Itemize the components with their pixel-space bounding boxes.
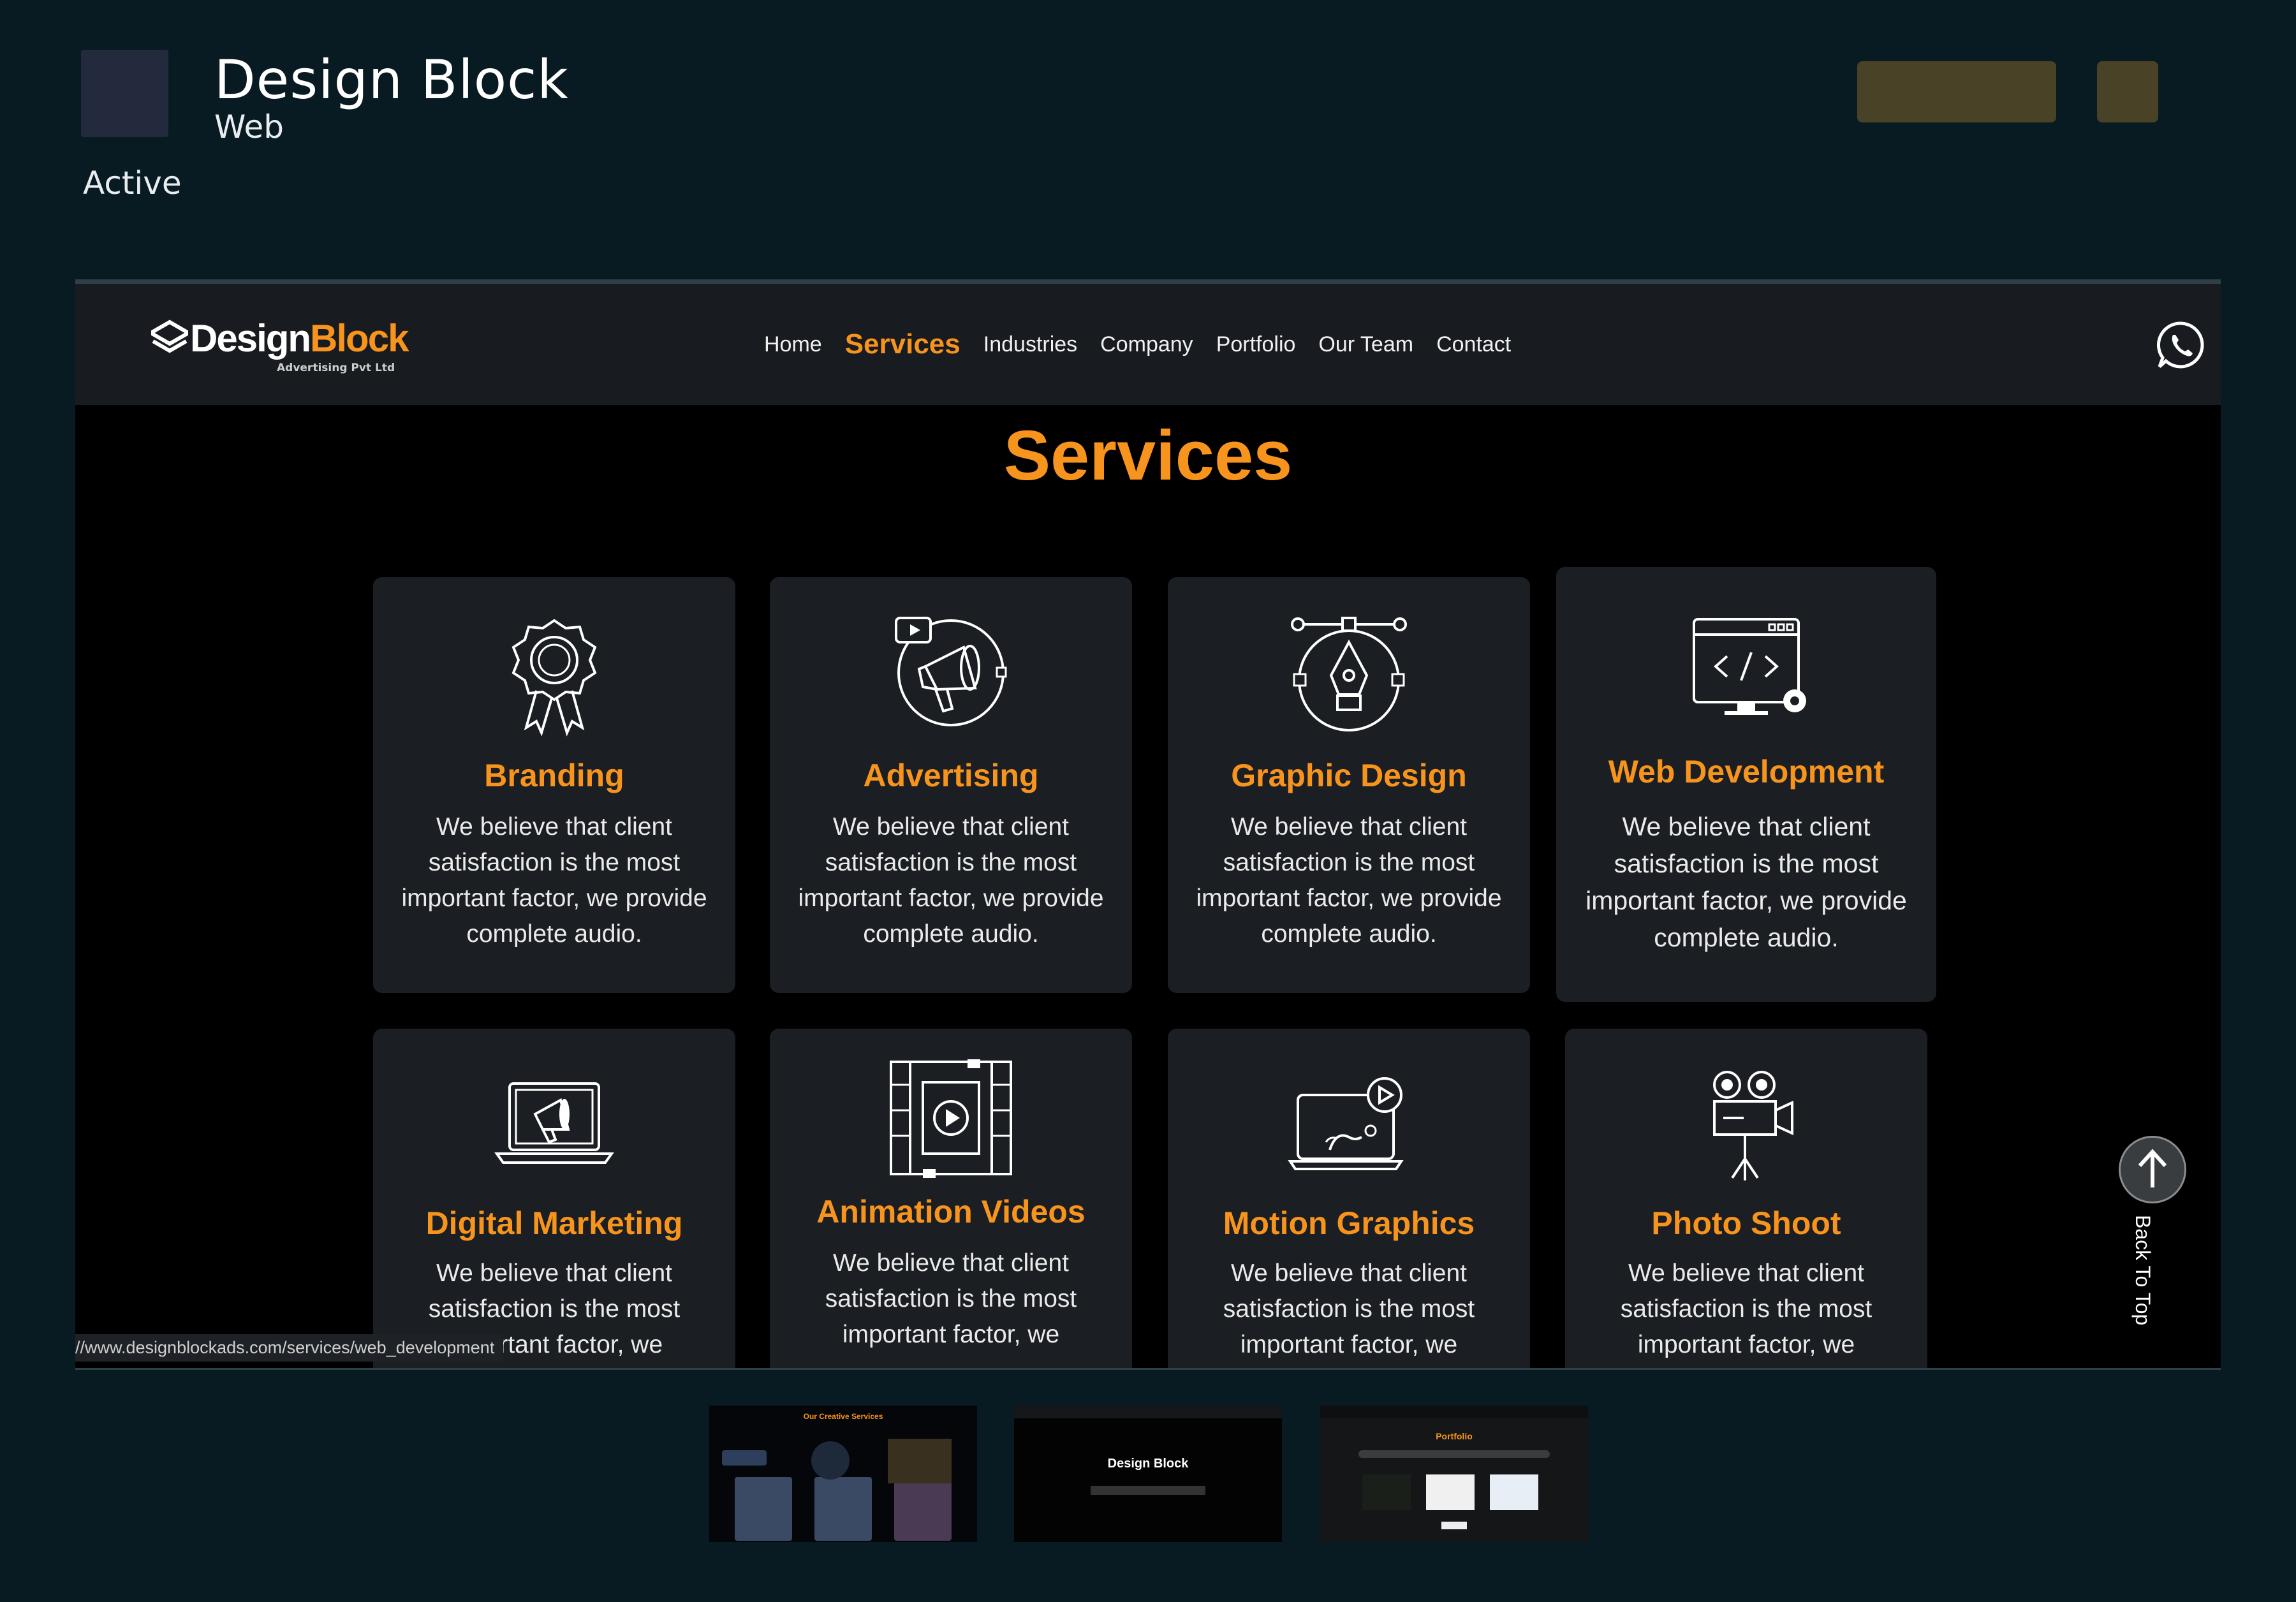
card-description: We believe that client satisfaction is t… bbox=[1620, 1260, 1873, 1358]
thumbnail-navbar bbox=[1014, 1406, 1282, 1418]
service-card-photo-shoot[interactable]: Photo Shoot We believe that client satis… bbox=[1565, 1029, 1927, 1368]
secondary-action-button[interactable] bbox=[2097, 61, 2158, 122]
film-play-icon bbox=[890, 1059, 1012, 1178]
card-title: Animation Videos bbox=[816, 1194, 1085, 1230]
arrow-up-icon bbox=[2138, 1149, 2167, 1187]
nav-contact[interactable]: Contact bbox=[1436, 332, 1511, 357]
logo-text-accent: Block bbox=[310, 317, 409, 360]
service-card-animation-videos[interactable]: Animation Videos We believe that client … bbox=[770, 1029, 1132, 1368]
section-title: Services bbox=[1003, 416, 1293, 495]
logo-mark-icon bbox=[151, 320, 188, 353]
nav-industries[interactable]: Industries bbox=[983, 332, 1077, 357]
card-description: We believe that client satisfaction is t… bbox=[798, 813, 1104, 948]
video-camera-icon bbox=[1713, 1071, 1793, 1180]
logo-text-main: Design bbox=[190, 317, 311, 360]
card-title: Branding bbox=[484, 758, 624, 793]
nav-our-team[interactable]: Our Team bbox=[1318, 332, 1413, 357]
thumbnail-2[interactable]: Design Block bbox=[1014, 1406, 1282, 1542]
card-title: Digital Marketing bbox=[425, 1205, 683, 1241]
thumbnail-image bbox=[1426, 1474, 1475, 1510]
pen-tool-icon bbox=[1291, 617, 1407, 731]
primary-action-button[interactable] bbox=[1857, 61, 2056, 122]
card-title: Advertising bbox=[863, 758, 1039, 793]
thumbnail-card bbox=[735, 1477, 792, 1541]
back-to-top-label[interactable]: Back To Top bbox=[2131, 1215, 2154, 1325]
motion-monitor-icon bbox=[1288, 1077, 1404, 1170]
website-preview: DesignBlock Advertising Pvt Ltd Home Ser… bbox=[75, 279, 2221, 1370]
nav-company[interactable]: Company bbox=[1100, 332, 1193, 357]
card-description: We believe that client satisfaction is t… bbox=[1586, 812, 1907, 952]
site-navbar: DesignBlock Advertising Pvt Ltd Home Ser… bbox=[75, 284, 2221, 405]
thumbnail-card bbox=[894, 1477, 952, 1541]
back-to-top-button[interactable] bbox=[2119, 1136, 2186, 1203]
site-logo[interactable]: DesignBlock Advertising Pvt Ltd bbox=[149, 317, 409, 374]
thumbnail-circle bbox=[811, 1441, 850, 1480]
screenshot-thumbnails: Our Creative Services Design Block Portf… bbox=[0, 1406, 2296, 1542]
card-title: Motion Graphics bbox=[1223, 1205, 1475, 1241]
laptop-megaphone-icon bbox=[494, 1082, 614, 1164]
code-monitor-icon bbox=[1693, 618, 1806, 715]
nav-home[interactable]: Home bbox=[764, 332, 822, 357]
thumbnail-1[interactable]: Our Creative Services bbox=[709, 1406, 977, 1542]
service-card-advertising[interactable]: Advertising We believe that client satis… bbox=[770, 577, 1132, 993]
site-menu: Home Services Industries Company Portfol… bbox=[764, 284, 1534, 405]
award-ribbon-icon bbox=[511, 619, 597, 737]
thumbnail-button bbox=[1441, 1522, 1467, 1529]
card-description: We believe that client satisfaction is t… bbox=[825, 1249, 1077, 1348]
project-type: Web bbox=[214, 108, 284, 145]
card-title: Web Development bbox=[1608, 754, 1885, 790]
thumbnail-panel bbox=[888, 1439, 952, 1483]
logo-tagline: Advertising Pvt Ltd bbox=[277, 362, 395, 374]
project-title: Design Block bbox=[214, 48, 569, 111]
card-description: We believe that client satisfaction is t… bbox=[1196, 813, 1502, 948]
service-card-branding[interactable]: Branding We believe that client satisfac… bbox=[373, 577, 735, 993]
thumbnail-caption: Portfolio bbox=[1436, 1431, 1473, 1441]
card-description: We believe that client satisfaction is t… bbox=[401, 813, 707, 948]
thumbnail-bar bbox=[722, 1450, 767, 1466]
thumbnail-image bbox=[1362, 1474, 1411, 1510]
project-avatar bbox=[81, 50, 168, 137]
thumbnail-navbar bbox=[1320, 1406, 1588, 1418]
card-title: Photo Shoot bbox=[1651, 1205, 1841, 1241]
card-title: Graphic Design bbox=[1231, 758, 1467, 793]
service-card-motion-graphics[interactable]: Motion Graphics We believe that client s… bbox=[1168, 1029, 1530, 1368]
thumbnail-filters bbox=[1358, 1450, 1550, 1458]
megaphone-icon bbox=[895, 617, 1007, 726]
service-card-graphic-design[interactable]: Graphic Design We believe that client sa… bbox=[1168, 577, 1530, 993]
thumbnail-image bbox=[1490, 1474, 1538, 1510]
whatsapp-icon[interactable] bbox=[2156, 320, 2207, 371]
status-bar-url: //www.designblockads.com/services/web_de… bbox=[75, 1334, 504, 1362]
nav-services[interactable]: Services bbox=[845, 328, 960, 360]
thumbnail-caption: Our Creative Services bbox=[803, 1412, 883, 1421]
thumbnail-caption: Design Block bbox=[1107, 1457, 1189, 1471]
thumbnail-3[interactable]: Portfolio bbox=[1320, 1406, 1588, 1542]
service-card-web-development[interactable]: Web Development We believe that client s… bbox=[1556, 567, 1936, 1002]
thumbnail-text bbox=[1091, 1486, 1205, 1495]
service-card-digital-marketing[interactable]: Digital Marketing We believe that client… bbox=[373, 1029, 735, 1368]
project-status: Active bbox=[83, 165, 182, 202]
nav-portfolio[interactable]: Portfolio bbox=[1216, 332, 1296, 357]
thumbnail-card bbox=[814, 1477, 872, 1541]
card-description: We believe that client satisfaction is t… bbox=[1223, 1260, 1475, 1358]
